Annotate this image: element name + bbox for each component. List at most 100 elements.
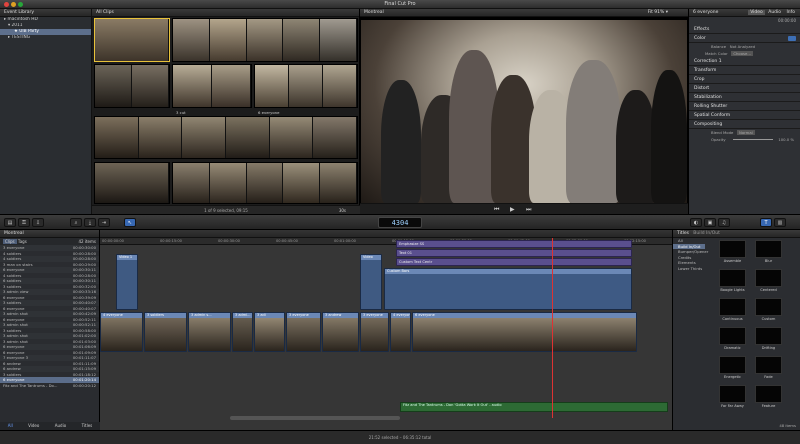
connected-clip[interactable]: Video 1: [116, 254, 138, 310]
filter-video[interactable]: Video: [28, 422, 39, 430]
audio-clip[interactable]: Fitz and The Tantrums - Don 'Gotta Work …: [400, 402, 668, 412]
filter-titles[interactable]: Titles: [82, 422, 93, 430]
section-distort[interactable]: Distort: [689, 84, 800, 93]
tab-video[interactable]: Video: [748, 10, 765, 15]
keyword-icon[interactable]: ⚿: [18, 218, 30, 227]
playhead[interactable]: [552, 238, 553, 418]
opacity-slider[interactable]: [733, 139, 773, 140]
title-thumbnail[interactable]: [755, 385, 782, 403]
section-rolling-shutter[interactable]: Rolling Shutter: [689, 102, 800, 111]
storyline-clip[interactable]: 3 everyone: [360, 312, 389, 352]
opacity-value[interactable]: 100.0 %: [778, 136, 794, 143]
filmstrip[interactable]: [172, 18, 358, 62]
index-row[interactable]: Fitz and The Tantrums - Do... 00:00:20:12: [0, 383, 99, 389]
tab-audio[interactable]: Audio: [766, 10, 783, 15]
browser-status-text: 1 of 9 selected, 09:15: [204, 208, 248, 213]
forward-icon[interactable]: ⏭: [526, 206, 531, 214]
section-spatial-conform[interactable]: Spatial Conform: [689, 111, 800, 120]
photos-browser-icon[interactable]: ▣: [704, 218, 716, 227]
storyline-clip[interactable]: 3 adi: [254, 312, 285, 352]
title-thumbnail[interactable]: [719, 240, 746, 258]
blend-mode-select[interactable]: Normal: [737, 130, 755, 135]
storyline-clip[interactable]: 3 everyone: [286, 312, 321, 352]
title-thumbnail-label: Fade: [764, 375, 773, 379]
timeline-scrollbar[interactable]: [230, 416, 400, 420]
storyline-clip-label: 3 admin s...: [189, 313, 230, 318]
storyline-clip[interactable]: 3 admin s...: [188, 312, 231, 352]
filmstrip[interactable]: [94, 116, 358, 159]
title-thumbnail[interactable]: [719, 327, 746, 345]
filter-all[interactable]: All: [8, 422, 13, 430]
select-tool-icon[interactable]: ↖: [124, 218, 136, 227]
index-list: 3 everyone 00:00:30:00 4 soldiers 00:00:28:…: [0, 245, 99, 388]
generators-icon[interactable]: ▥: [774, 218, 786, 227]
zoom-icon[interactable]: [18, 2, 23, 7]
filmstrip[interactable]: [254, 64, 358, 108]
timeline: 00:00:00:00 00:00:15:00 00:00:30:00 00:00:4…: [100, 230, 672, 430]
filmstrip[interactable]: [172, 64, 252, 108]
viewer-controls: ⏮ ▶ ⏭: [360, 203, 688, 214]
dashboard-timecode[interactable]: 4304: [378, 217, 422, 228]
section-compositing[interactable]: Compositing: [689, 120, 800, 129]
title-category[interactable]: Lower Thirds: [673, 266, 705, 272]
insert-icon[interactable]: ⇥: [98, 218, 110, 227]
connected-clip[interactable]: Custom Bars: [384, 268, 632, 310]
music-browser-icon[interactable]: ♫: [718, 218, 730, 227]
filmstrip[interactable]: [94, 18, 170, 62]
browser-header: All Clips: [92, 9, 359, 17]
connect-icon[interactable]: ⤓: [84, 218, 96, 227]
library-toggle-icon[interactable]: ▤: [4, 218, 16, 227]
ruler-tick-label: 00:00:30:00: [218, 239, 240, 243]
storyline-clip[interactable]: 4 everyone: [100, 312, 143, 352]
effects-browser-icon[interactable]: ◐: [690, 218, 702, 227]
main-toolbar: ▤ ⚿ ⇩ ⌕ ⤓ ⇥ ↖ 4304 ◐ ▣ ♫ T ▥: [0, 214, 800, 230]
section-color[interactable]: Color: [689, 34, 800, 43]
section-effects[interactable]: Effects: [689, 25, 800, 34]
title-thumbnail[interactable]: [755, 356, 782, 374]
title-thumbnail[interactable]: [755, 327, 782, 345]
storyline-clip[interactable]: 3 soldiers: [144, 312, 187, 352]
viewer-zoom[interactable]: Fit 91% ▾: [648, 9, 668, 17]
title-clip[interactable]: Text 01: [396, 249, 632, 257]
filmstrip[interactable]: [94, 162, 170, 204]
filmstrip[interactable]: [94, 64, 170, 108]
title-thumbnail[interactable]: [755, 269, 782, 287]
titles-browser-icon[interactable]: T: [760, 218, 772, 227]
search-icon[interactable]: ⌕: [70, 218, 82, 227]
index-header: Montreal: [0, 230, 99, 238]
filmstrip[interactable]: [172, 162, 358, 204]
title-thumbnail[interactable]: [719, 385, 746, 403]
section-crop[interactable]: Crop: [689, 75, 800, 84]
title-thumbnail[interactable]: [719, 298, 746, 316]
title-clip[interactable]: Custom Text Centr: [396, 258, 632, 266]
title-thumbnail[interactable]: [719, 269, 746, 287]
connected-clip[interactable]: Video: [360, 254, 382, 310]
inspector-timecode: 00:00:00: [778, 18, 796, 23]
title-clip[interactable]: Emphasize SS: [396, 240, 632, 248]
choose-button[interactable]: Choose...: [731, 51, 753, 56]
section-stabilization[interactable]: Stabilization: [689, 93, 800, 102]
storyline-clip[interactable]: 3 andrew: [322, 312, 359, 352]
title-category[interactable]: Bumper/Opener: [673, 249, 708, 255]
play-icon[interactable]: ▶: [510, 206, 515, 213]
title-thumbnail[interactable]: [755, 240, 782, 258]
title-thumbnail-label: Energetic: [723, 375, 742, 379]
library-item-testing[interactable]: ▸ TESTING: [0, 35, 91, 41]
section-transform[interactable]: Transform: [689, 66, 800, 75]
storyline-clip[interactable]: 4 everyone: [390, 312, 411, 352]
storyline-clip[interactable]: 6 everyone: [412, 312, 637, 352]
tab-tags[interactable]: Tags: [18, 239, 27, 244]
title-thumbnail[interactable]: [755, 298, 782, 316]
close-icon[interactable]: [4, 2, 9, 7]
rewind-icon[interactable]: ⏮: [494, 206, 499, 214]
storyline-clip[interactable]: 3 admi...: [232, 312, 253, 352]
window-titlebar: Final Cut Pro: [0, 0, 800, 9]
title-thumbnail[interactable]: [719, 356, 746, 374]
import-icon[interactable]: ⇩: [32, 218, 44, 227]
storyline-clip-label: 3 andrew: [323, 313, 358, 318]
minimize-icon[interactable]: [11, 2, 16, 7]
section-correction[interactable]: Correction 1: [689, 57, 800, 66]
tab-info[interactable]: Info: [784, 10, 797, 15]
tab-clips[interactable]: Clips: [3, 239, 17, 244]
filter-audio[interactable]: Audio: [55, 422, 66, 430]
